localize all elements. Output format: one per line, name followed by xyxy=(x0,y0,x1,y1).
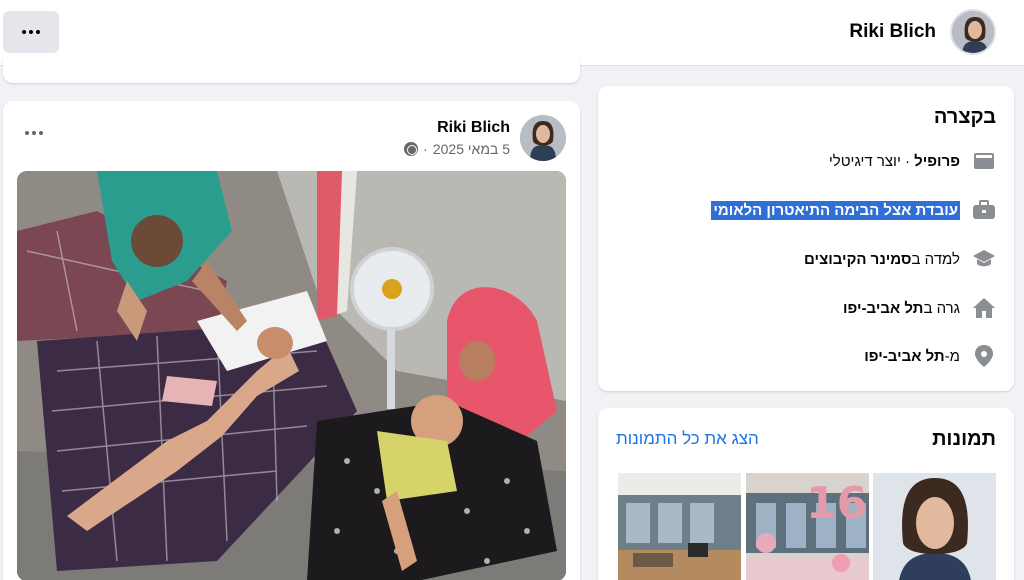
previous-card-bottom xyxy=(3,58,580,83)
more-horizontal-icon xyxy=(25,131,43,135)
globe-icon[interactable] xyxy=(404,142,419,156)
post-date[interactable]: 5 במאי 2025 xyxy=(433,141,510,157)
avatar[interactable] xyxy=(950,9,996,55)
post-header: Riki Blich 5 במאי 2025 · xyxy=(404,115,566,161)
intro-item-work-text[interactable]: עובדת אצל הבימה התיאטרון הלאומי xyxy=(711,200,960,220)
photos-card: תמונות הצג את כל התמונות 16 xyxy=(598,408,1014,580)
intro-item-education-prefix: למדה ב xyxy=(911,250,960,268)
intro-item-lives: גרה בתל אביב-יפו xyxy=(843,296,996,320)
post-photo[interactable] xyxy=(17,171,566,580)
profile-card-icon xyxy=(972,149,996,173)
intro-item-lives-place[interactable]: תל אביב-יפו xyxy=(843,300,923,317)
intro-item-education: למדה בסמינר הקיבוצים xyxy=(804,247,996,271)
intro-item-profile: פרופיל · יוצר דיגיטלי xyxy=(829,149,996,173)
intro-item-from-place[interactable]: תל אביב-יפו xyxy=(864,348,944,365)
more-horizontal-icon xyxy=(22,30,40,34)
intro-item-profile-value: · יוצר דיגיטלי xyxy=(828,152,915,170)
see-all-photos-link[interactable]: הצג את כל התמונות xyxy=(616,429,759,449)
svg-text:16: 16 xyxy=(806,478,867,529)
briefcase-icon xyxy=(972,198,996,222)
intro-item-education-place[interactable]: סמינר הקיבוצים xyxy=(804,251,911,268)
photo-thumbnail[interactable]: 16 xyxy=(746,473,869,580)
post-card: Riki Blich 5 במאי 2025 · xyxy=(3,101,580,580)
post-meta: 5 במאי 2025 · xyxy=(404,141,510,157)
post-author-name[interactable]: Riki Blich xyxy=(404,119,510,137)
post-more-button[interactable] xyxy=(25,131,43,135)
photos-title[interactable]: תמונות xyxy=(932,428,996,451)
top-user-name: Riki Blich xyxy=(849,21,936,42)
intro-item-from-prefix: מ- xyxy=(944,347,960,365)
intro-item-profile-label: פרופיל xyxy=(914,152,960,170)
more-options-button[interactable] xyxy=(3,11,59,53)
intro-card: בקצרה פרופיל · יוצר דיגיטלי עובדת אצל הב… xyxy=(598,86,1014,391)
intro-item-work[interactable]: עובדת אצל הבימה התיאטרון הלאומי xyxy=(711,198,996,222)
profile-top-bar: Riki Blich xyxy=(0,0,1024,66)
photo-thumbnail[interactable] xyxy=(873,473,996,580)
post-author-avatar[interactable] xyxy=(520,115,566,161)
graduation-cap-icon xyxy=(972,247,996,271)
location-pin-icon xyxy=(972,344,996,368)
intro-title: בקצרה xyxy=(933,106,996,128)
intro-item-from: מ-תל אביב-יפו xyxy=(864,344,996,368)
intro-item-lives-prefix: גרה ב xyxy=(923,299,960,317)
meta-separator: · xyxy=(423,141,428,157)
photo-thumbnail[interactable] xyxy=(618,473,741,580)
top-user-link[interactable]: Riki Blich xyxy=(849,9,996,55)
home-icon xyxy=(972,296,996,320)
